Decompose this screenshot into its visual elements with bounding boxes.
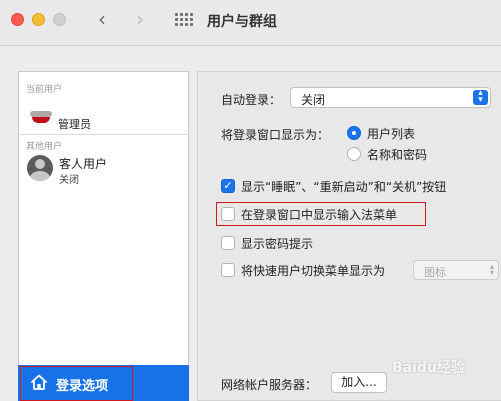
current-user-avatar bbox=[30, 111, 52, 125]
radio-user-list[interactable] bbox=[347, 126, 361, 140]
sidebar-item-guest-user[interactable]: 客人用户 关闭 bbox=[18, 150, 189, 186]
auto-login-label: 自动登录： bbox=[221, 93, 282, 107]
fast-user-switch-value: 图标 bbox=[424, 266, 446, 279]
fast-user-switch-label: 将快速用户切换菜单显示为 bbox=[241, 264, 386, 278]
sidebar-divider bbox=[18, 134, 189, 135]
window-title: 用户与群组 bbox=[207, 14, 277, 30]
show-all-grid-icon[interactable] bbox=[175, 13, 193, 27]
zoom-window-button[interactable] bbox=[53, 13, 66, 26]
up-down-chevron-icon: ▴ ▾ bbox=[473, 89, 488, 105]
title-bar: ‹ › 用户与群组 bbox=[0, 0, 501, 46]
auto-login-value: 关闭 bbox=[301, 93, 326, 107]
guest-user-status: 关闭 bbox=[59, 175, 79, 186]
highlight-box-input-menu bbox=[216, 202, 426, 226]
join-network-server-button[interactable]: 加入... bbox=[331, 372, 387, 393]
guest-user-name: 客人用户 bbox=[59, 157, 108, 171]
chevron-left-icon[interactable]: ‹ bbox=[98, 9, 106, 29]
chevron-right-icon[interactable]: › bbox=[136, 9, 144, 29]
close-window-button[interactable] bbox=[11, 13, 24, 26]
current-user-header: 当前用户 bbox=[26, 85, 63, 95]
highlight-box-login-options bbox=[20, 366, 133, 401]
up-down-chevron-icon: ▴ ▾ bbox=[489, 262, 494, 277]
radio-user-list-label: 用户列表 bbox=[367, 127, 416, 141]
guest-user-avatar bbox=[27, 155, 53, 181]
show-sleep-restart-shutdown-checkbox[interactable]: ✓ bbox=[221, 179, 235, 193]
auto-login-popup[interactable]: 关闭 ▴ ▾ bbox=[290, 87, 491, 108]
radio-name-password[interactable] bbox=[347, 147, 361, 161]
watermark-text: Baidu经验 bbox=[392, 360, 465, 376]
sidebar-item-current-user[interactable]: 管理员 bbox=[18, 96, 189, 132]
show-password-hints-label: 显示密码提示 bbox=[241, 237, 314, 251]
fast-user-switch-popup[interactable]: 图标 ▴ ▾ bbox=[413, 260, 499, 280]
minimize-window-button[interactable] bbox=[32, 13, 45, 26]
network-server-label: 网络帐户服务器： bbox=[221, 378, 318, 392]
show-password-hints-checkbox[interactable] bbox=[221, 236, 235, 250]
radio-name-password-label: 名称和密码 bbox=[367, 148, 428, 162]
show-sleep-restart-shutdown-label: 显示“睡眠”、“重新启动”和“关机”按钮 bbox=[241, 180, 447, 194]
display-login-as-label: 将登录窗口显示为： bbox=[221, 128, 330, 142]
fast-user-switch-checkbox[interactable] bbox=[221, 263, 235, 277]
current-user-role: 管理员 bbox=[58, 118, 91, 131]
